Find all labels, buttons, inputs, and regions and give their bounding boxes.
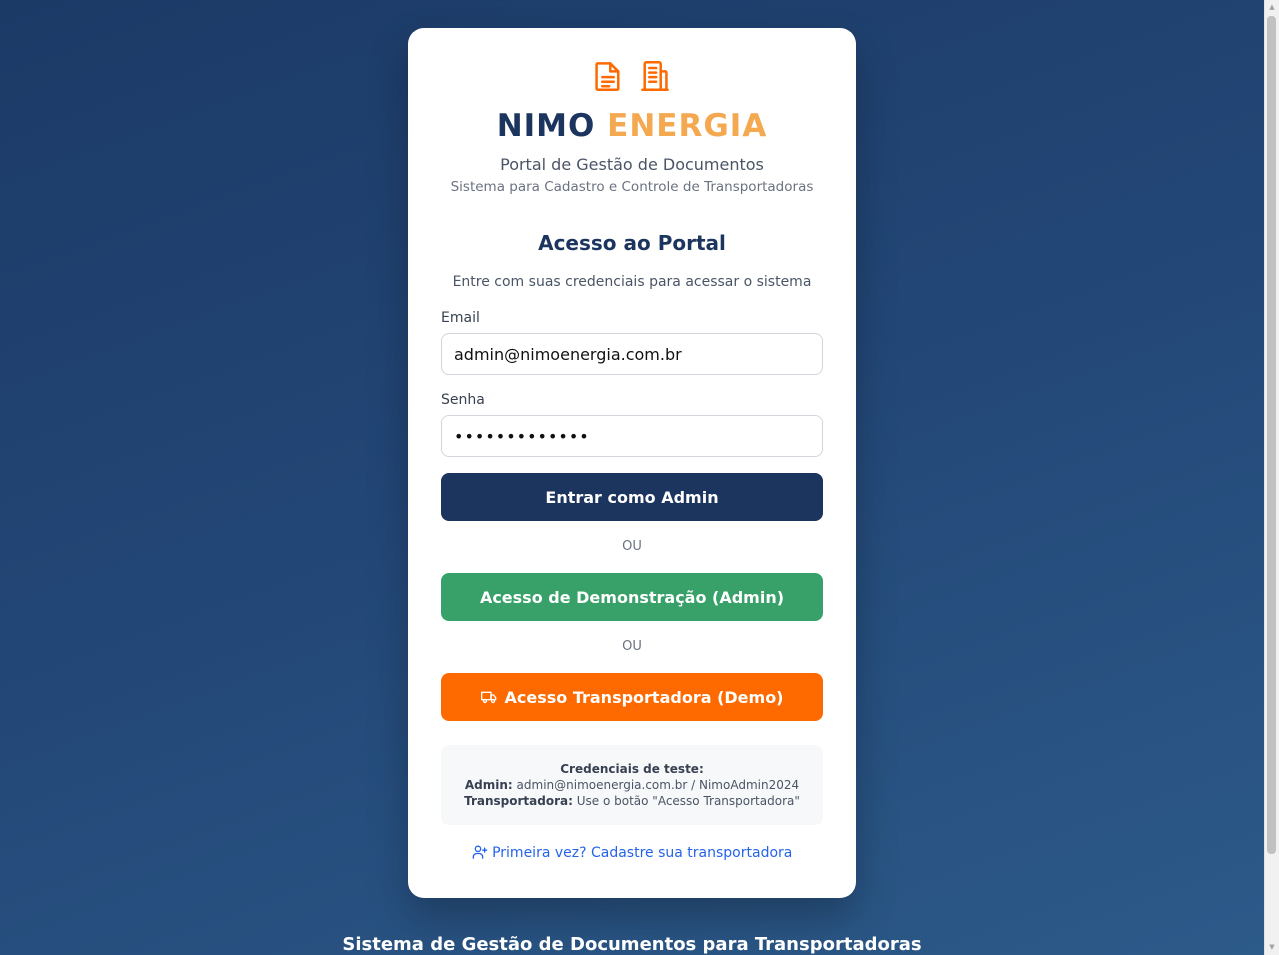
page-scrollbar[interactable]: ▲ ▼ xyxy=(1264,0,1279,955)
test-credentials-box: Credenciais de teste: Admin: admin@nimoe… xyxy=(441,745,823,825)
scrollbar-thumb[interactable] xyxy=(1267,16,1276,854)
register-link-label[interactable]: Primeira vez? Cadastre sua transportador… xyxy=(492,845,792,861)
scroll-up-arrow-icon[interactable]: ▲ xyxy=(1265,0,1279,15)
carrier-demo-button[interactable]: Acesso Transportadora (Demo) xyxy=(441,673,823,721)
login-lead: Entre com suas credenciais para acessar … xyxy=(452,274,812,290)
credentials-admin-value: admin@nimoenergia.com.br / NimoAdmin2024 xyxy=(516,778,800,792)
login-card: NIMO ENERGIA Portal de Gestão de Documen… xyxy=(408,28,856,898)
brand-name-part2: ENERGIA xyxy=(607,108,768,144)
email-field[interactable] xyxy=(441,333,823,375)
carrier-demo-label: Acesso Transportadora (Demo) xyxy=(504,687,784,707)
building-icon xyxy=(640,60,670,96)
brand-title: NIMO ENERGIA xyxy=(408,108,856,144)
footer-title: Sistema de Gestão de Documentos para Tra… xyxy=(342,934,922,955)
register-link[interactable]: Primeira vez? Cadastre sua transportador… xyxy=(408,844,856,863)
brand-icons xyxy=(408,60,856,94)
document-icon xyxy=(594,60,622,96)
admin-login-button[interactable]: Entrar como Admin xyxy=(441,473,823,521)
demo-admin-button[interactable]: Acesso de Demonstração (Admin) xyxy=(441,573,823,621)
credentials-carrier-value: Use o botão "Acesso Transportadora" xyxy=(576,794,800,808)
password-field[interactable] xyxy=(441,415,823,457)
email-label: Email xyxy=(441,310,480,326)
portal-tagline: Sistema para Cadastro e Controle de Tran… xyxy=(450,179,814,195)
scroll-down-arrow-icon[interactable]: ▼ xyxy=(1265,940,1279,955)
or-divider-1: OU xyxy=(622,539,642,554)
login-heading: Acesso ao Portal xyxy=(538,231,726,255)
or-divider-2: OU xyxy=(622,639,642,654)
user-plus-icon xyxy=(472,844,488,863)
brand-name-part1: NIMO xyxy=(496,108,596,144)
portal-subtitle: Portal de Gestão de Documentos xyxy=(500,155,764,174)
truck-icon xyxy=(480,690,497,704)
credentials-admin-key: Admin: xyxy=(464,778,513,792)
credentials-carrier-key: Transportadora: xyxy=(464,794,573,808)
password-label: Senha xyxy=(441,392,485,408)
credentials-title: Credenciais de teste: xyxy=(560,762,704,776)
